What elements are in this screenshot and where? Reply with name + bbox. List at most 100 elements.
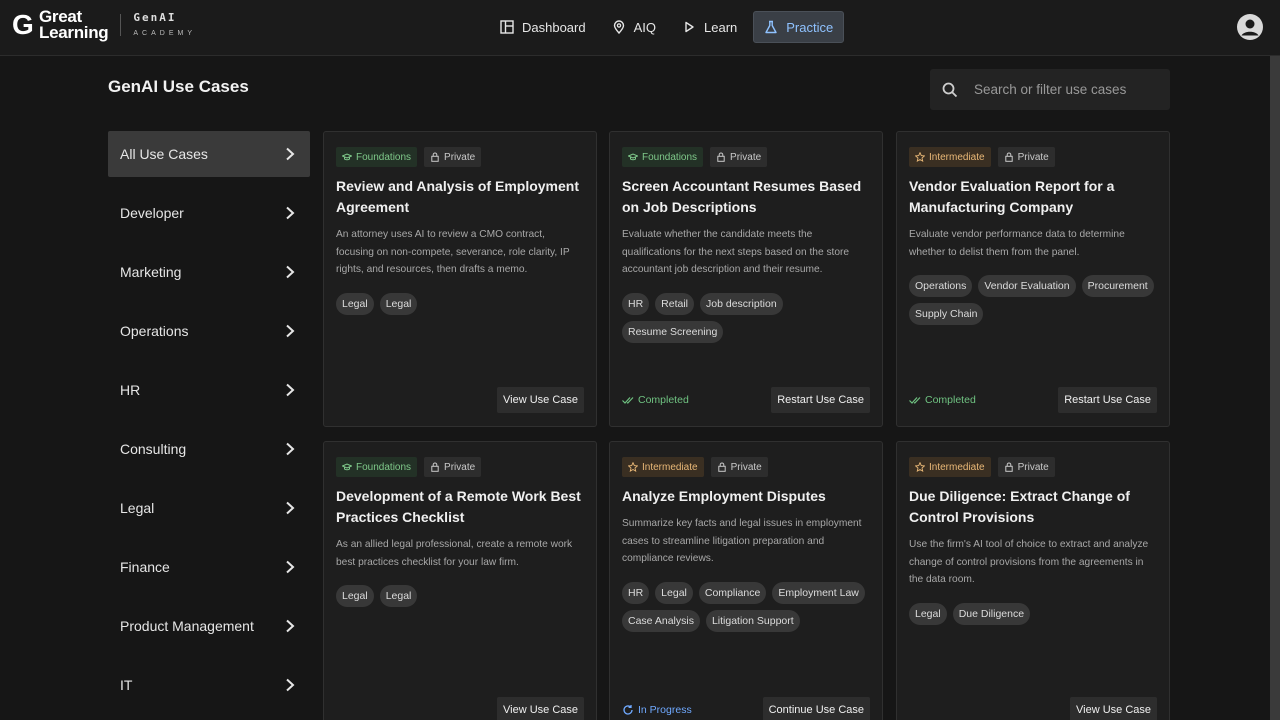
chevron-right-icon bbox=[284, 147, 296, 161]
sidebar-item-label: Product Management bbox=[120, 618, 254, 634]
sidebar-item[interactable]: IT bbox=[108, 662, 310, 708]
tag-chip[interactable]: Legal bbox=[380, 293, 418, 315]
level-badge: Foundations bbox=[336, 457, 417, 477]
use-case-card[interactable]: IntermediatePrivateVendor Evaluation Rep… bbox=[896, 131, 1170, 427]
visibility-label: Private bbox=[444, 462, 475, 473]
visibility-badge: Private bbox=[424, 457, 481, 477]
tag-chip[interactable]: HR bbox=[622, 293, 649, 315]
tag-chip[interactable]: HR bbox=[622, 582, 649, 604]
tag-chip[interactable]: Legal bbox=[336, 585, 374, 607]
visibility-label: Private bbox=[444, 152, 475, 163]
visibility-label: Private bbox=[1018, 152, 1049, 163]
nav-learn[interactable]: Learn bbox=[672, 11, 747, 43]
card-action-button[interactable]: View Use Case bbox=[497, 697, 584, 720]
sidebar-item[interactable]: All Use Cases bbox=[108, 131, 310, 177]
star-icon bbox=[628, 462, 638, 472]
tag-chip[interactable]: Compliance bbox=[699, 582, 766, 604]
sidebar-item[interactable]: Operations bbox=[108, 308, 310, 354]
tag-chip[interactable]: Supply Chain bbox=[909, 303, 983, 325]
tag-chip[interactable]: Employment Law bbox=[772, 582, 865, 604]
card-action-button[interactable]: Restart Use Case bbox=[1058, 387, 1157, 413]
graduation-cap-icon bbox=[342, 462, 352, 472]
tag-list: Legal Legal bbox=[336, 293, 584, 315]
card-description: Summarize key facts and legal issues in … bbox=[622, 515, 870, 568]
nav-aiq[interactable]: AIQ bbox=[602, 11, 666, 43]
card-title: Due Diligence: Extract Change of Control… bbox=[909, 486, 1157, 528]
card-footer: View Use Case bbox=[336, 387, 584, 413]
tag-chip[interactable]: Due Diligence bbox=[953, 603, 1030, 625]
card-description: Use the firm's AI tool of choice to extr… bbox=[909, 536, 1157, 589]
nav-dashboard-label: Dashboard bbox=[522, 20, 586, 35]
level-label: Foundations bbox=[356, 152, 411, 163]
use-case-card[interactable]: Foundations Private Development of a Remot… bbox=[323, 441, 597, 720]
use-case-card[interactable]: IntermediatePrivateAnalyze Employment Di… bbox=[609, 441, 883, 720]
lock-icon bbox=[430, 152, 440, 162]
page-title: GenAI Use Cases bbox=[108, 77, 249, 97]
card-footer: View Use Case bbox=[909, 697, 1157, 720]
sidebar-item[interactable]: Developer bbox=[108, 190, 310, 236]
sidebar-item[interactable]: Finance bbox=[108, 544, 310, 590]
logo[interactable]: G Great Learning GenAI ACADEMY bbox=[12, 9, 196, 41]
top-bar: G Great Learning GenAI ACADEMY Dashboard… bbox=[0, 0, 1280, 56]
tag-chip[interactable]: Resume Screening bbox=[622, 321, 723, 343]
search-box[interactable] bbox=[930, 69, 1170, 110]
tag-chip[interactable]: Operations bbox=[909, 275, 972, 297]
status-label: Completed bbox=[925, 394, 976, 406]
card-action-button[interactable]: Restart Use Case bbox=[771, 387, 870, 413]
chevron-right-icon bbox=[284, 560, 296, 574]
tag-chip[interactable]: Litigation Support bbox=[706, 610, 800, 632]
card-title: Development of a Remote Work Best Practi… bbox=[336, 486, 584, 528]
nav-aiq-label: AIQ bbox=[634, 20, 656, 35]
card-action-button[interactable]: View Use Case bbox=[497, 387, 584, 413]
status-indicator: Completed bbox=[909, 394, 976, 406]
sidebar-item-label: Marketing bbox=[120, 264, 181, 280]
lock-icon bbox=[716, 152, 726, 162]
lock-icon bbox=[1004, 152, 1014, 162]
card-description: Evaluate whether the candidate meets the… bbox=[622, 226, 870, 279]
tag-chip[interactable]: Job description bbox=[700, 293, 783, 315]
tag-chip[interactable]: Retail bbox=[655, 293, 694, 315]
sidebar-item[interactable]: Product Management bbox=[108, 603, 310, 649]
search-icon bbox=[942, 82, 958, 98]
sidebar-item[interactable]: HR bbox=[108, 367, 310, 413]
card-action-button[interactable]: View Use Case bbox=[1070, 697, 1157, 720]
nav-dashboard[interactable]: Dashboard bbox=[490, 11, 596, 43]
lock-icon bbox=[430, 462, 440, 472]
tag-list: Legal Due Diligence bbox=[909, 603, 1157, 625]
use-case-card[interactable]: IntermediatePrivateDue Diligence: Extrac… bbox=[896, 441, 1170, 720]
tag-chip[interactable]: Legal bbox=[380, 585, 418, 607]
level-badge: Intermediate bbox=[909, 147, 991, 167]
visibility-badge: Private bbox=[710, 147, 767, 167]
product-name: GenAI bbox=[133, 11, 196, 24]
use-case-card[interactable]: FoundationsPrivateReview and Analysis of… bbox=[323, 131, 597, 427]
visibility-badge: Private bbox=[424, 147, 481, 167]
sidebar-item[interactable]: Marketing bbox=[108, 249, 310, 295]
tag-chip[interactable]: Legal bbox=[336, 293, 374, 315]
tag-list: Operations Vendor Evaluation Procurement Su… bbox=[909, 275, 1157, 325]
sidebar-item-label: HR bbox=[120, 382, 140, 398]
status-label: Completed bbox=[638, 394, 689, 406]
level-badge: Intermediate bbox=[622, 457, 704, 477]
user-avatar-icon[interactable] bbox=[1236, 13, 1264, 41]
visibility-label: Private bbox=[1018, 462, 1049, 473]
tag-chip[interactable]: Vendor Evaluation bbox=[978, 275, 1075, 297]
sidebar-item[interactable]: Legal bbox=[108, 485, 310, 531]
tag-chip[interactable]: Legal bbox=[655, 582, 693, 604]
progress-icon bbox=[622, 704, 634, 716]
chevron-right-icon bbox=[284, 501, 296, 515]
flask-icon bbox=[764, 20, 778, 34]
lock-icon bbox=[717, 462, 727, 472]
tag-chip[interactable]: Procurement bbox=[1082, 275, 1154, 297]
sidebar-item[interactable]: Consulting bbox=[108, 426, 310, 472]
nav-practice[interactable]: Practice bbox=[753, 11, 844, 43]
tag-chip[interactable]: Legal bbox=[909, 603, 947, 625]
use-case-card[interactable]: FoundationsPrivateScreen Accountant Resu… bbox=[609, 131, 883, 427]
visibility-label: Private bbox=[730, 152, 761, 163]
visibility-badge: Private bbox=[998, 147, 1055, 167]
star-icon bbox=[915, 462, 925, 472]
level-badge: Foundations bbox=[622, 147, 703, 167]
search-input[interactable] bbox=[974, 82, 1154, 97]
card-footer: Completed Restart Use Case bbox=[909, 387, 1157, 413]
tag-chip[interactable]: Case Analysis bbox=[622, 610, 700, 632]
card-action-button[interactable]: Continue Use Case bbox=[763, 697, 870, 720]
